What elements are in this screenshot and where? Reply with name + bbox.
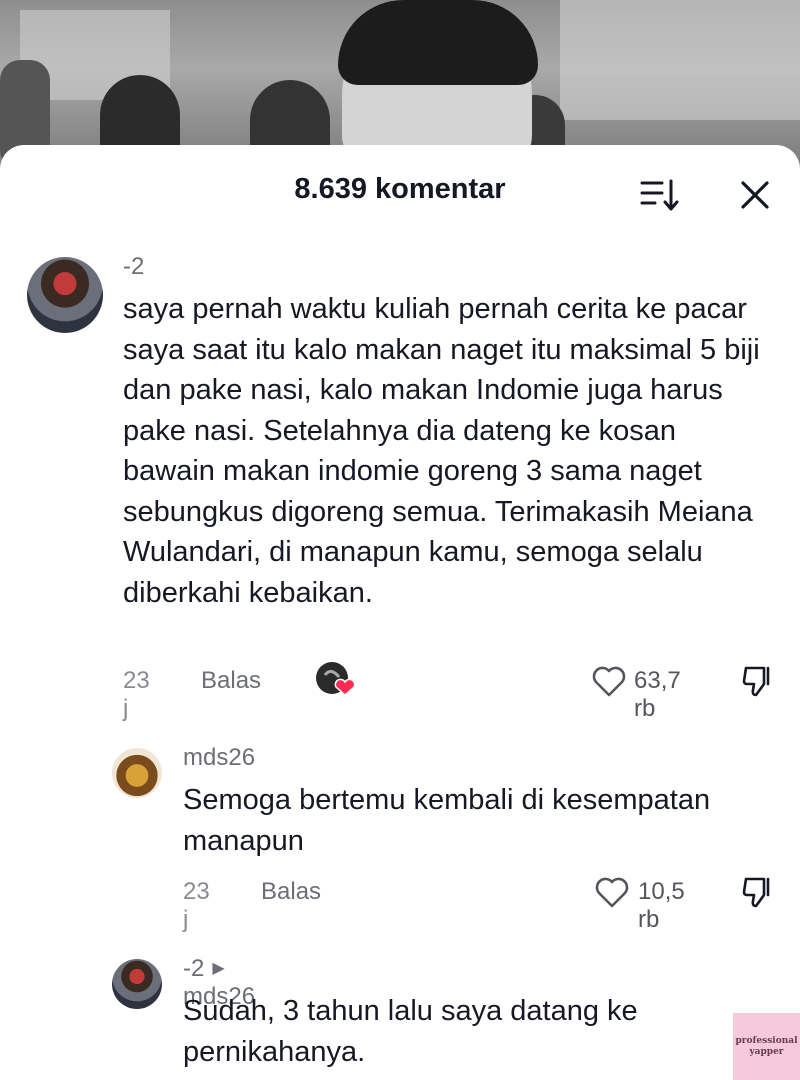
- comment-text: Sudah, 3 tahun lalu saya datang ke perni…: [183, 995, 638, 1068]
- comment-count-title: 8.639 komentar: [294, 173, 506, 205]
- avatar[interactable]: [112, 959, 162, 1009]
- comment-username[interactable]: mds26: [183, 744, 255, 772]
- reply-button[interactable]: Balas: [201, 667, 261, 695]
- reply-arrow-icon: ▶: [212, 960, 225, 977]
- close-icon[interactable]: [738, 178, 772, 212]
- comment-username[interactable]: -2: [123, 253, 144, 281]
- watermark-text: yapper: [749, 1046, 784, 1057]
- reply-button[interactable]: Balas: [261, 878, 321, 906]
- comments-header: 8.639 komentar: [0, 145, 800, 240]
- thumbs-down-icon[interactable]: [740, 875, 776, 909]
- comment-time: 23 j: [183, 878, 210, 933]
- like-count: 63,7 rb: [634, 667, 681, 722]
- comment-text: Semoga bertemu kembali di kesempatan man…: [183, 784, 711, 857]
- watermark-text: professional: [735, 1035, 798, 1046]
- comment-text: saya pernah waktu kuliah pernah cerita k…: [123, 293, 760, 609]
- comment-time: 23 j: [123, 667, 150, 722]
- sort-icon[interactable]: [640, 178, 680, 212]
- like-count: 10,5 rb: [638, 878, 685, 933]
- creator-liked-heart-icon: [316, 662, 355, 697]
- comment-username[interactable]: -2: [183, 955, 204, 982]
- background-window: [560, 0, 800, 120]
- avatar[interactable]: [112, 748, 162, 798]
- speaker-hair: [338, 0, 538, 85]
- thumbs-down-icon[interactable]: [740, 664, 776, 698]
- watermark-badge: professional yapper: [733, 1013, 800, 1080]
- heart-outline-icon[interactable]: [594, 875, 630, 909]
- heart-outline-icon[interactable]: [591, 664, 627, 698]
- avatar[interactable]: [27, 257, 103, 333]
